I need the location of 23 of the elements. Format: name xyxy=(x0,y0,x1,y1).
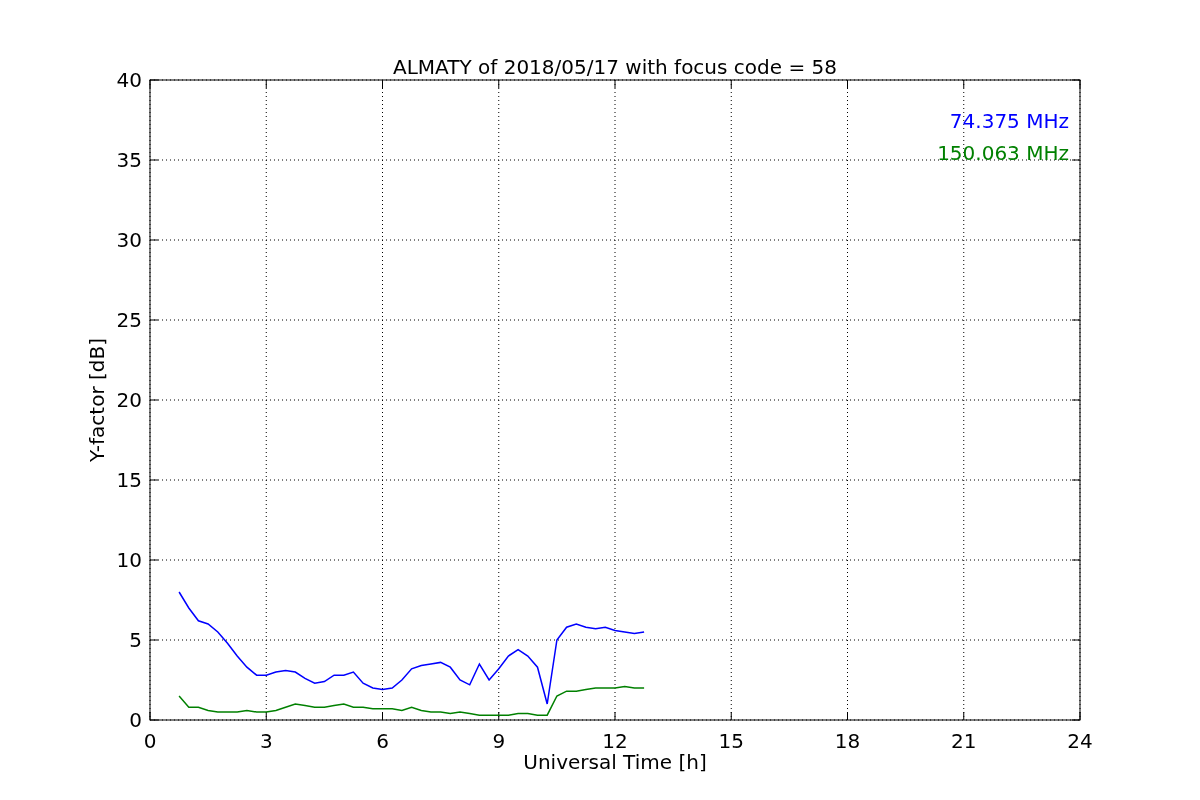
y-tick-label: 5 xyxy=(129,628,142,652)
x-tick-label: 18 xyxy=(834,729,861,753)
y-tick-label: 15 xyxy=(116,468,142,492)
chart-title: ALMATY of 2018/05/17 with focus code = 58 xyxy=(393,55,837,79)
legend-label: 150.063 MHz xyxy=(937,141,1069,165)
x-tick-label: 12 xyxy=(602,729,628,753)
y-tick-label: 20 xyxy=(116,388,142,412)
x-tick-label: 9 xyxy=(492,729,506,753)
y-tick-label: 35 xyxy=(116,148,142,172)
y-tick-label: 0 xyxy=(129,708,142,732)
x-tick-label: 6 xyxy=(376,729,389,753)
y-tick-label: 40 xyxy=(116,68,142,92)
x-tick-label: 0 xyxy=(143,729,157,753)
x-tick-label: 24 xyxy=(1067,729,1093,753)
y-tick-label: 10 xyxy=(116,548,142,572)
y-tick-label: 30 xyxy=(116,228,142,252)
x-tick-label: 3 xyxy=(259,729,273,753)
y-axis-label: Y-factor [dB] xyxy=(85,338,109,462)
y-tick-label: 25 xyxy=(116,308,142,332)
x-tick-label: 21 xyxy=(951,729,977,753)
x-axis-label: Universal Time [h] xyxy=(523,750,707,774)
x-tick-label: 15 xyxy=(718,729,744,753)
legend-label: 74.375 MHz xyxy=(949,109,1069,133)
